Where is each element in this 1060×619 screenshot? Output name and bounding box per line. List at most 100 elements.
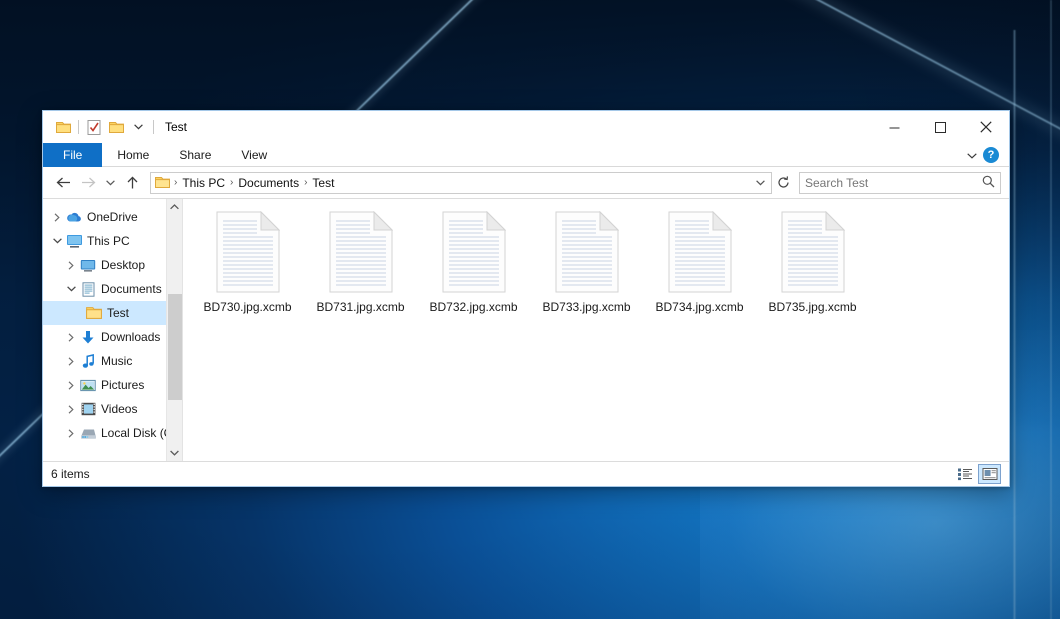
sidebar-item-label: Videos (101, 402, 137, 416)
breadcrumb-test[interactable]: Test (308, 176, 338, 190)
sidebar-item-this-pc[interactable]: This PC (43, 229, 182, 253)
folder-icon (85, 306, 103, 320)
window-title: Test (165, 120, 187, 134)
up-button[interactable] (120, 170, 145, 195)
desktop: Test File Home Share View (0, 0, 1060, 619)
file-explorer-window: Test File Home Share View (42, 110, 1010, 487)
close-button[interactable] (963, 111, 1009, 143)
chevron-right-icon[interactable] (49, 213, 65, 222)
ribbon-right-controls: ? (967, 143, 1005, 167)
file-name-label: BD733.jpg.xcmb (542, 300, 630, 314)
file-item[interactable]: BD730.jpg.xcmb (191, 207, 304, 325)
item-count-label: 6 items (51, 467, 90, 481)
sidebar-item-label: OneDrive (87, 210, 138, 224)
chevron-down-icon[interactable] (967, 148, 977, 162)
minimize-button[interactable] (871, 111, 917, 143)
refresh-button[interactable] (772, 173, 794, 193)
sidebar-item-videos[interactable]: Videos (43, 397, 182, 421)
scroll-down-button[interactable] (167, 445, 182, 461)
documents-icon (79, 282, 97, 297)
search-input[interactable] (805, 176, 982, 190)
chevron-down-icon[interactable] (49, 238, 65, 244)
chevron-right-icon[interactable] (63, 405, 79, 414)
explorer-body: OneDrive This PC (43, 198, 1009, 461)
monitor-icon (65, 234, 83, 248)
generic-document-icon (442, 211, 506, 293)
file-name-label: BD734.jpg.xcmb (655, 300, 743, 314)
sidebar-item-label: Downloads (101, 330, 160, 344)
forward-button[interactable] (76, 170, 101, 195)
file-item[interactable]: BD735.jpg.xcmb (756, 207, 869, 325)
sidebar-item-label: This PC (87, 234, 130, 248)
window-controls (871, 111, 1009, 143)
folder-icon[interactable] (52, 116, 74, 138)
details-view-button[interactable] (953, 464, 976, 484)
music-icon (79, 354, 97, 369)
status-bar: 6 items (43, 461, 1009, 486)
sidebar-item-downloads[interactable]: Downloads (43, 325, 182, 349)
file-name-label: BD732.jpg.xcmb (429, 300, 517, 314)
navigation-list: OneDrive This PC (43, 199, 182, 445)
sidebar-item-label: Pictures (101, 378, 144, 392)
chevron-right-icon[interactable] (63, 357, 79, 366)
qat-separator-2 (153, 120, 154, 134)
sidebar-item-desktop[interactable]: Desktop (43, 253, 182, 277)
pictures-icon (79, 379, 97, 392)
download-icon (79, 330, 97, 345)
search-box[interactable] (799, 172, 1001, 194)
videos-icon (79, 402, 97, 416)
scroll-up-button[interactable] (167, 199, 182, 215)
file-list-pane[interactable]: BD730.jpg.xcmb (183, 199, 1009, 461)
chevron-down-icon[interactable] (127, 116, 149, 138)
quick-access-toolbar (43, 116, 158, 138)
generic-document-icon (555, 211, 619, 293)
help-icon[interactable]: ? (983, 147, 999, 163)
tab-view[interactable]: View (226, 143, 282, 167)
properties-icon[interactable] (83, 116, 105, 138)
sidebar-item-label: Desktop (101, 258, 145, 272)
chevron-right-icon[interactable] (63, 429, 79, 438)
breadcrumb-this-pc[interactable]: This PC (178, 176, 229, 190)
file-name-label: BD731.jpg.xcmb (316, 300, 404, 314)
file-name-label: BD735.jpg.xcmb (768, 300, 856, 314)
scrollbar-thumb[interactable] (168, 294, 182, 400)
chevron-down-icon[interactable] (63, 286, 79, 292)
recent-locations-button[interactable] (101, 170, 120, 195)
generic-document-icon (216, 211, 280, 293)
tab-home[interactable]: Home (102, 143, 164, 167)
generic-document-icon (781, 211, 845, 293)
file-item[interactable]: BD732.jpg.xcmb (417, 207, 530, 325)
file-item[interactable]: BD731.jpg.xcmb (304, 207, 417, 325)
search-icon[interactable] (982, 175, 995, 191)
navigation-scrollbar[interactable] (166, 199, 182, 461)
large-icons-view-button[interactable] (978, 464, 1001, 484)
address-bar-row: › This PC › Documents › Test (43, 167, 1009, 198)
file-item[interactable]: BD733.jpg.xcmb (530, 207, 643, 325)
sidebar-item-label: Music (101, 354, 132, 368)
sidebar-item-test[interactable]: Test (43, 301, 182, 325)
sidebar-item-music[interactable]: Music (43, 349, 182, 373)
sidebar-item-documents[interactable]: Documents (43, 277, 182, 301)
sidebar-item-local-disk-c[interactable]: Local Disk (C:) (43, 421, 182, 445)
desktop-icon (79, 259, 97, 272)
address-dropdown-icon[interactable] (749, 173, 771, 193)
maximize-button[interactable] (917, 111, 963, 143)
back-button[interactable] (51, 170, 76, 195)
chevron-right-icon[interactable] (63, 381, 79, 390)
breadcrumb-folder-icon (155, 176, 171, 190)
breadcrumb-documents[interactable]: Documents (234, 176, 303, 190)
chevron-right-icon[interactable] (63, 333, 79, 342)
generic-document-icon (329, 211, 393, 293)
sidebar-item-onedrive[interactable]: OneDrive (43, 205, 182, 229)
file-grid: BD730.jpg.xcmb (191, 207, 1009, 325)
ribbon-tabs: File Home Share View ? (43, 143, 1009, 167)
tab-share[interactable]: Share (164, 143, 226, 167)
chevron-right-icon[interactable] (63, 261, 79, 270)
address-bar[interactable]: › This PC › Documents › Test (150, 172, 772, 194)
new-folder-icon[interactable] (105, 116, 127, 138)
sidebar-item-pictures[interactable]: Pictures (43, 373, 182, 397)
drive-icon (79, 427, 97, 440)
tab-file[interactable]: File (43, 143, 102, 167)
file-item[interactable]: BD734.jpg.xcmb (643, 207, 756, 325)
generic-document-icon (668, 211, 732, 293)
